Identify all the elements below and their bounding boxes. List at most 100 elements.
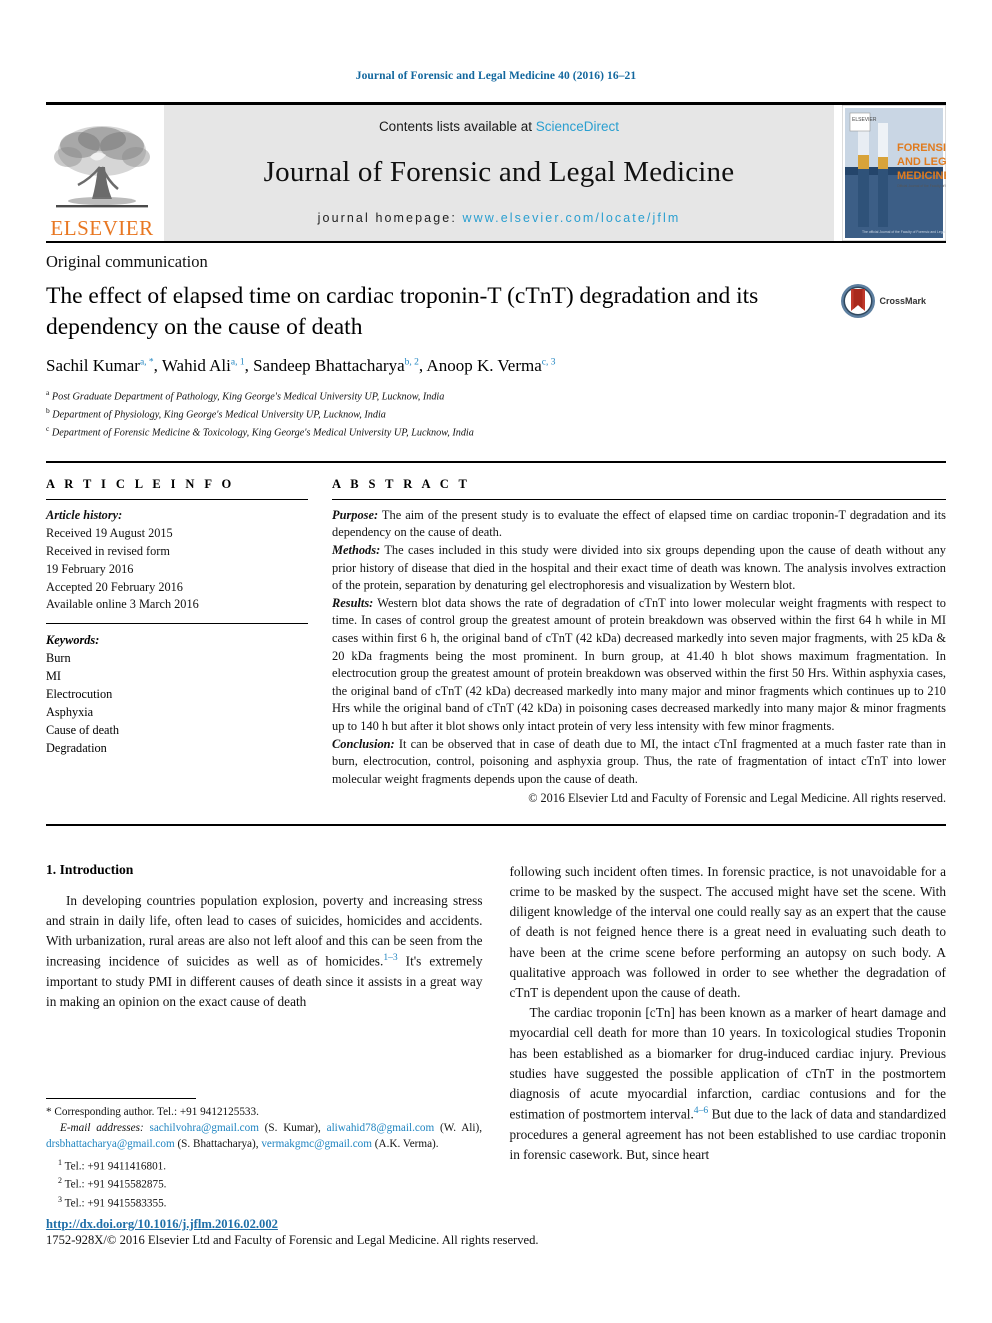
abstract-results-text: Western blot data shows the rate of degr…: [332, 595, 946, 734]
contents-list-line: Contents lists available at ScienceDirec…: [379, 119, 619, 134]
history-item: 19 February 2016: [46, 561, 134, 576]
asterisk-icon: *: [46, 1106, 52, 1118]
article-info-heading: A R T I C L E I N F O: [46, 476, 235, 491]
telephone-note: 3 Tel.: +91 9415583355.: [46, 1194, 482, 1213]
keyword-item: MI: [46, 669, 62, 684]
email-owner-3: (S. Bhattacharya),: [174, 1137, 262, 1150]
abstract-copyright: © 2016 Elsevier Ltd and Faculty of Foren…: [528, 791, 946, 806]
history-item: Received 19 August 2015: [46, 525, 173, 540]
svg-text:ELSEVIER: ELSEVIER: [852, 117, 877, 123]
telephone-text: Tel.: +91 9415583355.: [64, 1197, 167, 1210]
footnotes-block: * Corresponding author. Tel.: +91 941212…: [46, 1098, 482, 1213]
paragraph: following such incident often times. In …: [509, 863, 947, 1000]
keyword-item: Asphyxia: [46, 705, 94, 720]
article-history-label: Article history:: [46, 507, 123, 522]
abstract-conclusion-text: It can be observed that in case of death…: [332, 736, 946, 786]
history-item: Received in revised form: [46, 543, 170, 558]
abstract-methods-text: The cases included in this study were di…: [332, 542, 946, 593]
doi-link[interactable]: http://dx.doi.org/10.1016/j.jflm.2016.02…: [46, 1217, 686, 1232]
svg-text:AND LEGAL: AND LEGAL: [897, 156, 946, 168]
abstract-column: A B S T R A C T Purpose: The aim of the …: [332, 477, 946, 808]
affiliation-item: b Department of Physiology, King George'…: [46, 405, 946, 423]
affiliation-mark: c: [46, 423, 50, 433]
email-owner-4: (A.K. Verma).: [371, 1137, 439, 1150]
svg-text:MEDICINE: MEDICINE: [897, 170, 946, 182]
author-marks: a, 1: [230, 357, 245, 368]
keyword-item: Burn: [46, 651, 71, 666]
masthead-center: Contents lists available at ScienceDirec…: [164, 105, 834, 241]
keywords-label: Keywords:: [46, 633, 100, 648]
page-title: The effect of elapsed time on cardiac tr…: [46, 283, 759, 341]
affiliation-mark: b: [46, 405, 50, 415]
elsevier-logo: ELSEVIER: [46, 105, 158, 241]
paragraph: In developing countries population explo…: [46, 891, 483, 1013]
issn-copyright-line: 1752-928X/© 2016 Elsevier Ltd and Facult…: [46, 1233, 539, 1247]
abstract-results-label: Results:: [332, 595, 374, 610]
keyword-item: Degradation: [46, 741, 107, 756]
crossmark-icon: [841, 284, 876, 318]
author-name: Wahid Ali: [161, 356, 231, 376]
sciencedirect-link[interactable]: ScienceDirect: [536, 119, 619, 134]
author-name: Sachil Kumar: [46, 356, 140, 376]
journal-title: Journal of Forensic and Legal Medicine: [263, 156, 735, 188]
article-type: Original communication: [46, 252, 208, 271]
abstract-body: Purpose: The aim of the present study is…: [332, 500, 946, 808]
email-owner-2: (W. Ali),: [434, 1121, 483, 1134]
abstract-purpose: Purpose: The aim of the present study is…: [332, 507, 946, 542]
affiliation-item: a Post Graduate Department of Pathology,…: [46, 387, 946, 405]
email-link-3[interactable]: drsbhattacharya@gmail.com: [46, 1138, 175, 1150]
corresponding-author-text: Corresponding author. Tel.: +91 94121255…: [54, 1106, 259, 1118]
affiliation-text: Post Graduate Department of Pathology, K…: [51, 391, 445, 403]
abstract-purpose-text: The aim of the present study is to evalu…: [332, 507, 946, 540]
abstract-methods-label: Methods:: [332, 542, 381, 557]
affiliation-list: a Post Graduate Department of Pathology,…: [46, 387, 946, 441]
svg-text:The official Journal of the Fa: The official Journal of the Faculty of F…: [862, 230, 946, 234]
homepage-url-link[interactable]: www.elsevier.com/locate/jflm: [462, 211, 680, 225]
intro-left-text: In developing countries population explo…: [46, 891, 483, 1013]
email-link-4[interactable]: vermakgmc@gmail.com: [261, 1138, 372, 1150]
telephone-text: Tel.: +91 9415582875.: [64, 1179, 167, 1192]
elsevier-tree-icon: [54, 126, 150, 208]
citation-ref-1-3[interactable]: 1–3: [383, 952, 397, 963]
abstract-conclusion-label: Conclusion:: [332, 736, 395, 751]
crossmark-label: CrossMark: [879, 296, 926, 306]
abstract-methods: Methods: The cases included in this stud…: [332, 542, 946, 595]
author-name: Anoop K. Verma: [426, 356, 542, 376]
affiliation-mark: a: [46, 388, 50, 398]
info-abstract-section: A R T I C L E I N F O Article history: R…: [46, 460, 946, 808]
abstract-bottom-rule: [46, 823, 946, 826]
telephone-footnotes: 1 Tel.: +91 9411416801. 2 Tel.: +91 9415…: [46, 1157, 482, 1213]
abstract-results: Results: Western blot data shows the rat…: [332, 595, 946, 736]
affiliation-text: Department of Forensic Medicine & Toxico…: [51, 427, 474, 439]
footer-doi-block: http://dx.doi.org/10.1016/j.jflm.2016.02…: [46, 1217, 686, 1248]
corresponding-author-note: * Corresponding author. Tel.: +91 941212…: [46, 1105, 482, 1121]
title-block: The effect of elapsed time on cardiac tr…: [46, 281, 946, 343]
author-marks: c, 3: [541, 357, 556, 368]
abstract-heading: A B S T R A C T: [332, 476, 471, 491]
crossmark-badge[interactable]: CrossMark: [816, 281, 926, 319]
footnote-mark: 2: [58, 1176, 62, 1186]
author-marks: a, *: [139, 357, 154, 368]
keyword-item: Cause of death: [46, 723, 120, 738]
homepage-label: journal homepage:: [317, 211, 463, 225]
svg-text:FORENSIC: FORENSIC: [897, 142, 946, 154]
article-history: Article history: Received 19 August 2015…: [46, 500, 308, 615]
abstract-purpose-label: Purpose:: [332, 507, 379, 522]
paragraph: The cardiac troponin [cTn] has been know…: [510, 1003, 947, 1165]
telephone-text: Tel.: +91 9411416801.: [64, 1160, 167, 1173]
section-heading-introduction: 1. Introduction: [46, 861, 134, 877]
email-link-2[interactable]: aliwahid78@gmail.com: [327, 1122, 435, 1134]
keywords-block: Keywords: Burn MI Electrocution Asphyxia…: [46, 623, 308, 758]
affiliation-item: c Department of Forensic Medicine & Toxi…: [46, 423, 946, 441]
running-head: Journal of Forensic and Legal Medicine 4…: [355, 70, 637, 82]
citation-ref-4-6[interactable]: 4–6: [694, 1105, 708, 1116]
email-addresses-note: E-mail addresses: sachilvohra@gmail.com …: [46, 1121, 482, 1153]
body-column-right: following such incident often times. In …: [510, 862, 947, 1165]
email-link-1[interactable]: sachilvohra@gmail.com: [149, 1122, 258, 1134]
keyword-item: Electrocution: [46, 687, 113, 702]
author-name: Sandeep Bhattacharya: [253, 356, 405, 376]
telephone-note: 1 Tel.: +91 9411416801.: [46, 1157, 482, 1176]
intro-right-text: following such incident often times. In …: [510, 862, 947, 1165]
journal-homepage-line: journal homepage: www.elsevier.com/locat…: [318, 211, 681, 225]
author-list: Sachil Kumara, *, Wahid Alia, 1, Sandeep…: [46, 356, 556, 376]
